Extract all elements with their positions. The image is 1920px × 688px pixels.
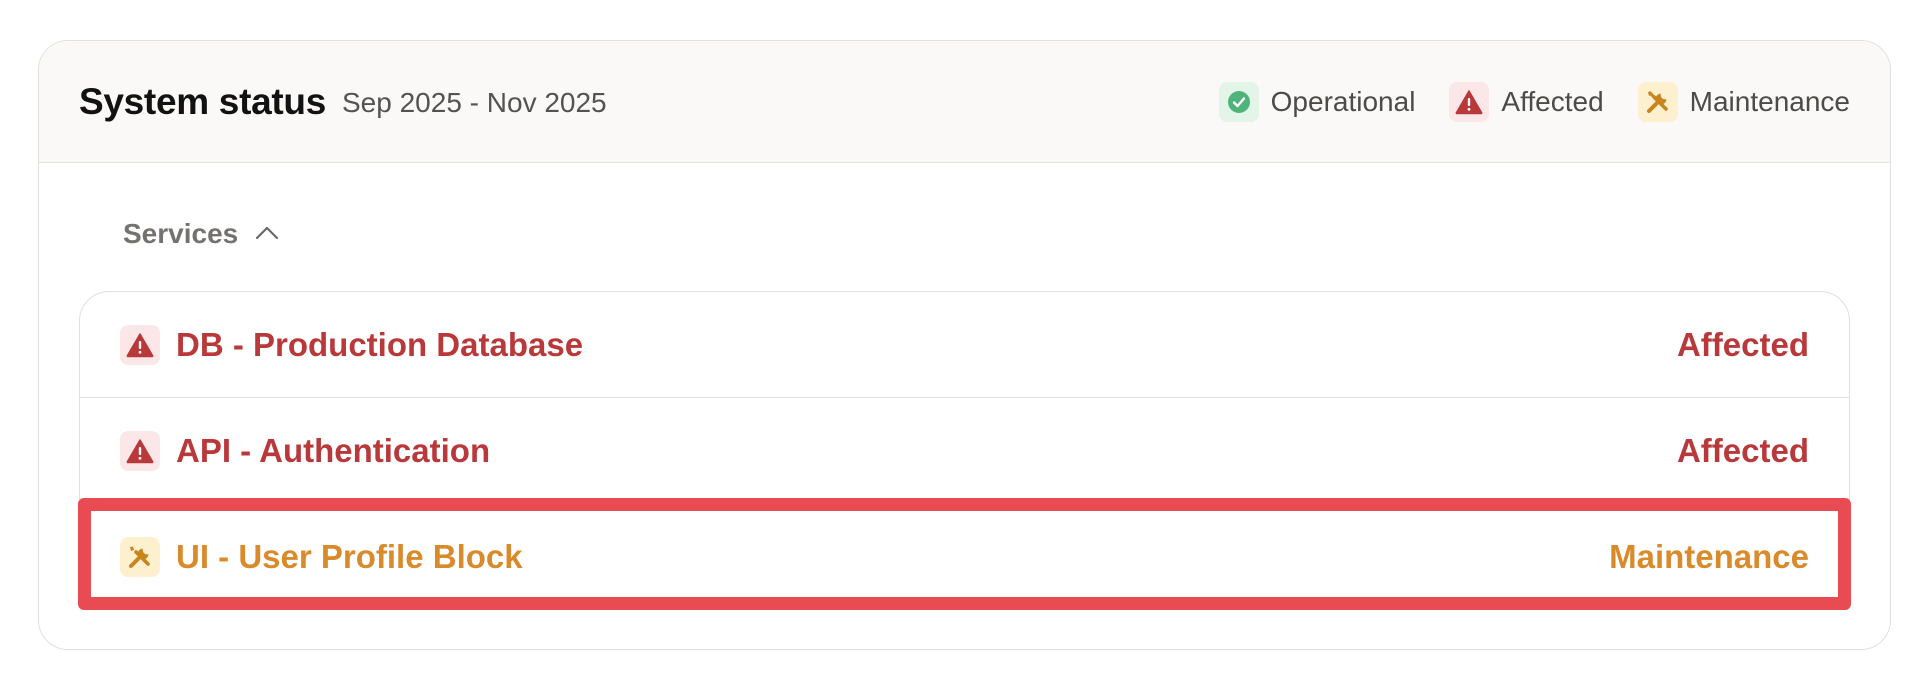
- service-status: Affected: [1676, 325, 1809, 363]
- service-name: DB - Production Database: [176, 325, 584, 363]
- page-title: System status: [79, 80, 326, 122]
- legend-affected: Affected: [1449, 81, 1604, 122]
- services-label: Services: [123, 218, 239, 249]
- status-legend: Operational Affected Maintenance: [1218, 81, 1850, 122]
- wrench-screwdriver-icon: [1637, 81, 1678, 122]
- warning-triangle-icon: [1449, 81, 1490, 122]
- status-header: System status Sep 2025 - Nov 2025 Operat…: [39, 41, 1890, 163]
- date-range: Sep 2025 - Nov 2025: [342, 86, 607, 118]
- service-name: UI - User Profile Block: [176, 538, 523, 575]
- list-item[interactable]: DB - Production Database Affected: [80, 292, 1849, 398]
- service-status: Affected: [1676, 432, 1809, 469]
- list-item[interactable]: API - Authentication Affected: [80, 398, 1849, 504]
- legend-maintenance: Maintenance: [1637, 81, 1850, 122]
- legend-operational: Operational: [1218, 81, 1416, 122]
- warning-triangle-icon: [120, 431, 160, 471]
- wrench-screwdriver-icon: [120, 537, 160, 577]
- legend-maintenance-label: Maintenance: [1689, 85, 1850, 117]
- legend-operational-label: Operational: [1270, 85, 1416, 117]
- check-circle-icon: [1218, 81, 1259, 122]
- chevron-up-icon: [254, 223, 280, 246]
- services-toggle[interactable]: Services: [123, 218, 280, 250]
- list-item[interactable]: UI - User Profile Block Maintenance: [80, 504, 1849, 610]
- services-list: DB - Production Database Affected API - …: [79, 291, 1850, 609]
- legend-affected-label: Affected: [1501, 85, 1604, 117]
- service-name: API - Authentication: [176, 432, 491, 469]
- warning-triangle-icon: [120, 324, 160, 365]
- service-status: Maintenance: [1609, 538, 1809, 575]
